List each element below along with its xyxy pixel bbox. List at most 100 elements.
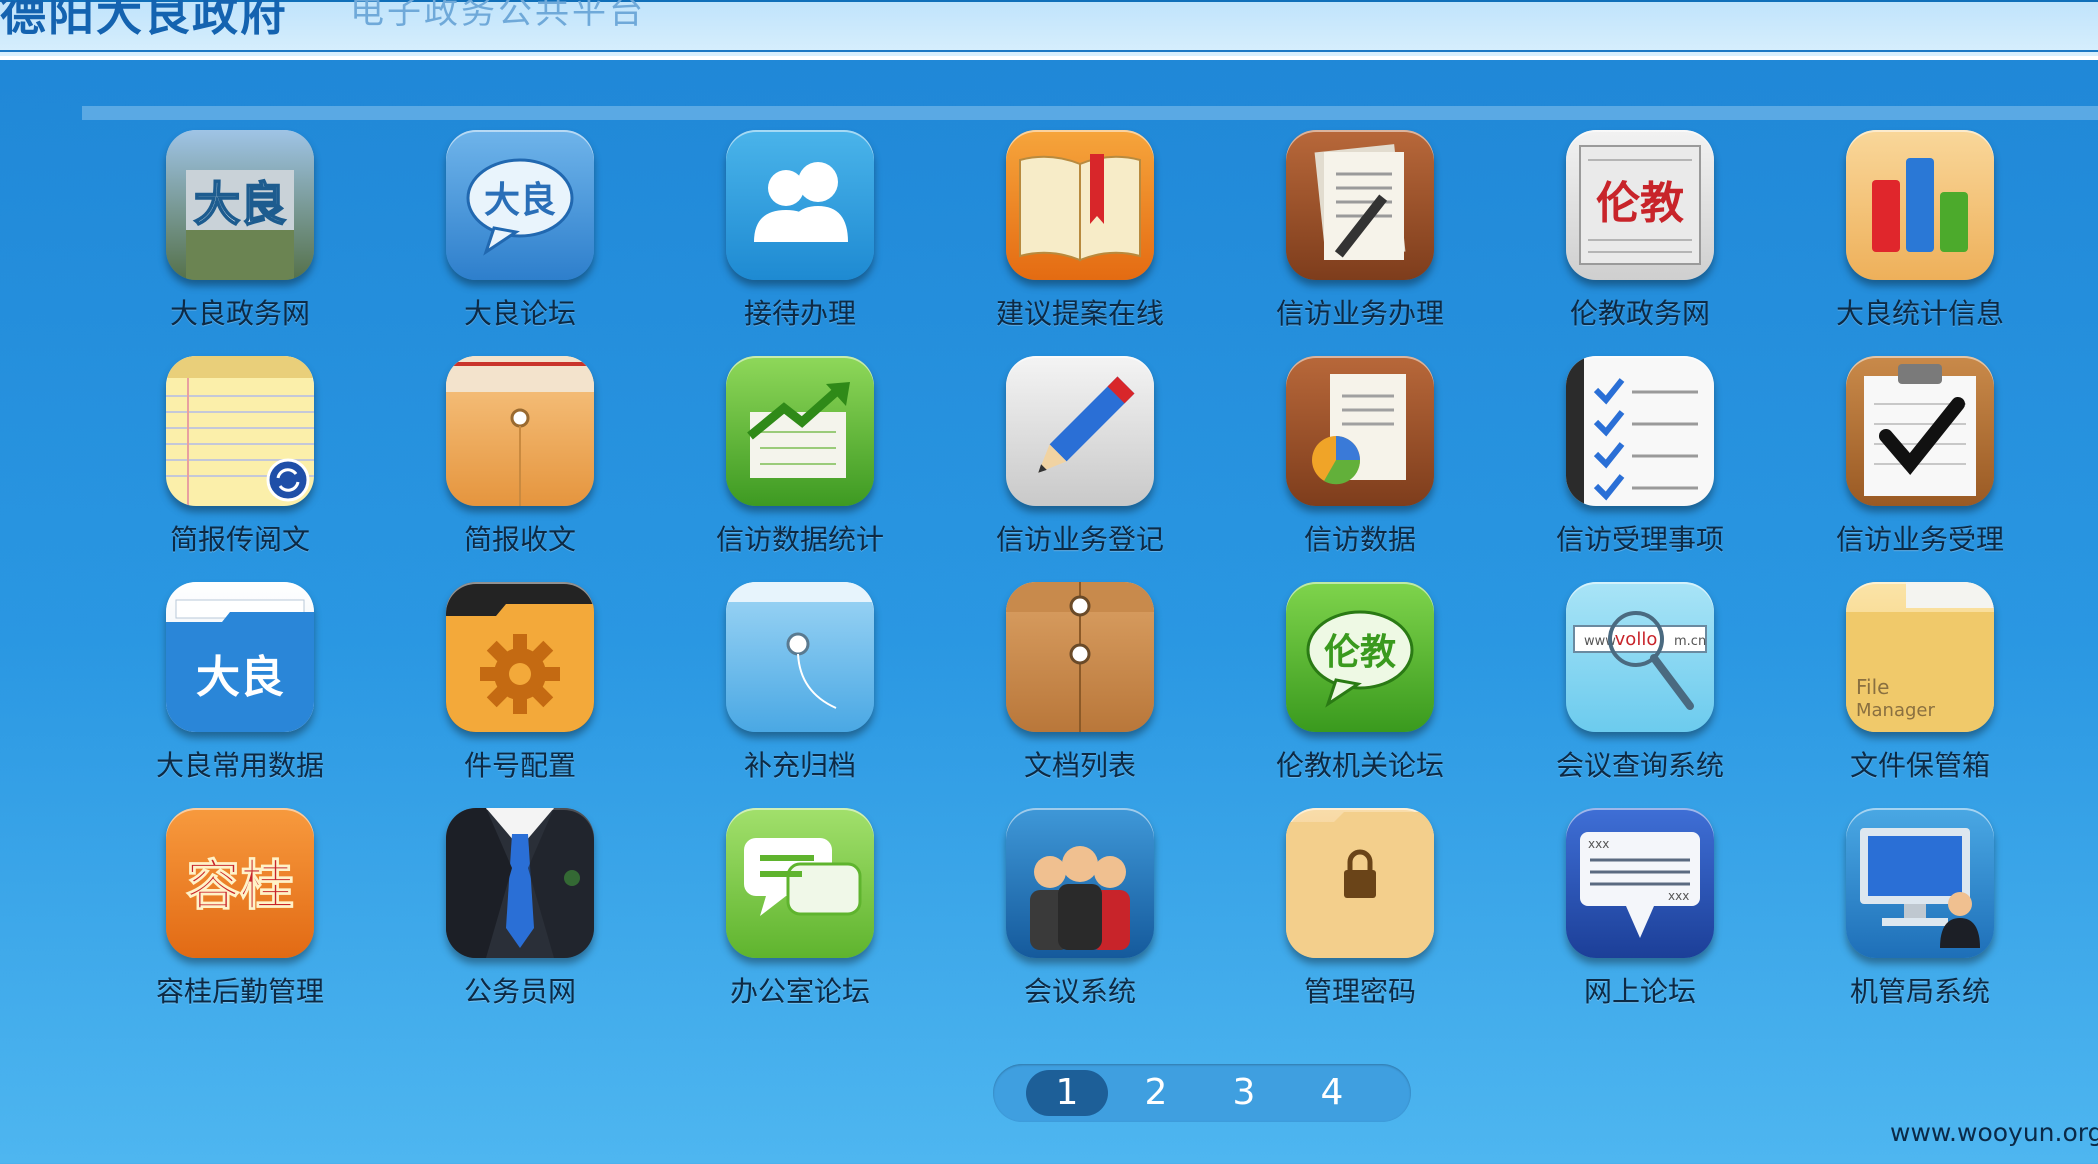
app-label: 信访数据统计	[715, 523, 884, 556]
svg-text:xxx: xxx	[1668, 889, 1689, 903]
page-button-4[interactable]: 4	[1291, 1070, 1373, 1116]
app-label: 补充归档	[743, 749, 856, 782]
pagination: 1 2 3 4	[993, 1064, 1411, 1122]
app-petition-items[interactable]: 信访受理事项	[1500, 356, 1780, 582]
svg-text:m.cn: m.cn	[1674, 634, 1706, 649]
app-label: 信访业务登记	[995, 523, 1164, 556]
page-button-3[interactable]: 3	[1203, 1070, 1285, 1116]
app-civil-servant[interactable]: 公务员网	[380, 808, 660, 1034]
app-briefing-circulation[interactable]: 简报传阅文	[100, 356, 380, 582]
app-label: 公务员网	[463, 975, 576, 1008]
document-pie-icon	[1286, 356, 1434, 506]
ronggui-badge-icon: 容桂	[166, 808, 314, 958]
app-label: 容桂后勤管理	[155, 975, 324, 1008]
app-label: 会议系统	[1023, 975, 1136, 1008]
app-label: 大良论坛	[463, 297, 576, 330]
page-button-1[interactable]: 1	[1026, 1070, 1108, 1116]
app-label: 简报传阅文	[169, 523, 310, 556]
app-meeting-system[interactable]: 会议系统	[940, 808, 1220, 1034]
svg-text:容桂: 容桂	[186, 854, 294, 917]
site-title: 德阳大良政府	[0, 0, 288, 41]
app-online-forum[interactable]: xxx xxx 网上论坛	[1500, 808, 1780, 1034]
blue-file-folder-icon	[726, 582, 874, 732]
document-pen-icon	[1286, 130, 1434, 280]
app-label: 伦教机关论坛	[1275, 749, 1444, 782]
suit-tie-icon	[446, 808, 594, 958]
app-office-forum[interactable]: 办公室论坛	[660, 808, 940, 1034]
app-petition-stats[interactable]: 信访数据统计	[660, 356, 940, 582]
clipboard-check-icon	[1846, 356, 1994, 506]
site-subtitle: 电子政务公共平台	[350, 0, 646, 32]
app-label: 大良政务网	[169, 297, 310, 330]
svg-text:Manager: Manager	[1856, 700, 1935, 721]
app-file-vault[interactable]: File Manager 文件保管箱	[1780, 582, 2060, 808]
app-manage-password[interactable]: 管理密码	[1220, 808, 1500, 1034]
app-daliang-statistics[interactable]: 大良统计信息	[1780, 130, 2060, 356]
app-label: 办公室论坛	[729, 975, 870, 1008]
lunjiao-chat-bubble-icon: 伦教	[1286, 582, 1434, 732]
notepad-sync-icon	[166, 356, 314, 506]
app-label: 机管局系统	[1849, 975, 1990, 1008]
app-label: 大良常用数据	[155, 749, 324, 782]
speech-card-icon: xxx xxx	[1566, 808, 1714, 958]
app-petition-handling[interactable]: 信访业务办理	[1220, 130, 1500, 356]
app-document-list[interactable]: 文档列表	[940, 582, 1220, 808]
app-ronggui-logistics[interactable]: 容桂 容桂后勤管理	[100, 808, 380, 1034]
app-admin-bureau[interactable]: 机管局系统	[1780, 808, 2060, 1034]
daliang-chat-bubble-icon: 大良	[446, 130, 594, 280]
green-chat-icon	[726, 808, 874, 958]
app-label: 会议查询系统	[1555, 749, 1724, 782]
app-label: 件号配置	[463, 749, 576, 782]
daliang-building-icon: 大良	[166, 130, 314, 280]
svg-text:大良: 大良	[484, 180, 556, 221]
app-petition-accept[interactable]: 信访业务受理	[1780, 356, 2060, 582]
computer-user-icon	[1846, 808, 1994, 958]
app-number-config[interactable]: 件号配置	[380, 582, 660, 808]
app-briefing-received[interactable]: 简报收文	[380, 356, 660, 582]
pencil-icon	[1006, 356, 1154, 506]
app-proposal-online[interactable]: 建议提案在线	[940, 130, 1220, 356]
app-label: 管理密码	[1303, 975, 1416, 1008]
file-manager-folder-icon: File Manager	[1846, 582, 1994, 732]
trend-chart-icon	[726, 356, 874, 506]
app-daliang-gov[interactable]: 大良 大良政务网	[100, 130, 380, 356]
app-label: 信访业务办理	[1275, 297, 1444, 330]
watermark: www.wooyun.org	[1890, 1118, 2098, 1147]
svg-text:xxx: xxx	[1588, 837, 1609, 851]
gear-folder-icon	[446, 582, 594, 732]
page-button-2[interactable]: 2	[1115, 1070, 1197, 1116]
app-daliang-common-data[interactable]: 大良 大良常用数据	[100, 582, 380, 808]
envelope-folder-icon	[446, 356, 594, 506]
bar-chart-icon	[1846, 130, 1994, 280]
daliang-folder-icon: 大良	[166, 582, 314, 732]
app-label: 文档列表	[1023, 749, 1136, 782]
svg-text:伦教: 伦教	[1324, 632, 1396, 673]
app-lunjiao-gov[interactable]: 伦教 伦教政务网	[1500, 130, 1780, 356]
string-envelope-icon	[1006, 582, 1154, 732]
app-lunjiao-forum[interactable]: 伦教 伦教机关论坛	[1220, 582, 1500, 808]
svg-text:vollo: vollo	[1615, 629, 1658, 650]
app-label: 文件保管箱	[1849, 749, 1990, 782]
app-petition-data[interactable]: 信访数据	[1220, 356, 1500, 582]
app-supplement-archive[interactable]: 补充归档	[660, 582, 940, 808]
app-reception[interactable]: 接待办理	[660, 130, 940, 356]
svg-text:伦教: 伦教	[1596, 178, 1684, 229]
app-label: 信访业务受理	[1835, 523, 2004, 556]
locked-folder-icon	[1286, 808, 1434, 958]
svg-text:大良: 大良	[196, 652, 284, 703]
svg-text:File: File	[1856, 675, 1889, 699]
meeting-people-icon	[1006, 808, 1154, 958]
open-book-icon	[1006, 130, 1154, 280]
checklist-icon	[1566, 356, 1714, 506]
app-meeting-query[interactable]: www m.cn vollo 会议查询系统	[1500, 582, 1780, 808]
app-label: 建议提案在线	[995, 297, 1164, 330]
app-label: 信访数据	[1303, 523, 1416, 556]
app-daliang-forum[interactable]: 大良 大良论坛	[380, 130, 660, 356]
svg-text:大良: 大良	[194, 177, 286, 231]
app-petition-register[interactable]: 信访业务登记	[940, 356, 1220, 582]
lunjiao-newspaper-icon: 伦教	[1566, 130, 1714, 280]
users-icon	[726, 130, 874, 280]
app-label: 简报收文	[463, 523, 576, 556]
app-label: 大良统计信息	[1835, 297, 2004, 330]
app-label: 信访受理事项	[1555, 523, 1724, 556]
